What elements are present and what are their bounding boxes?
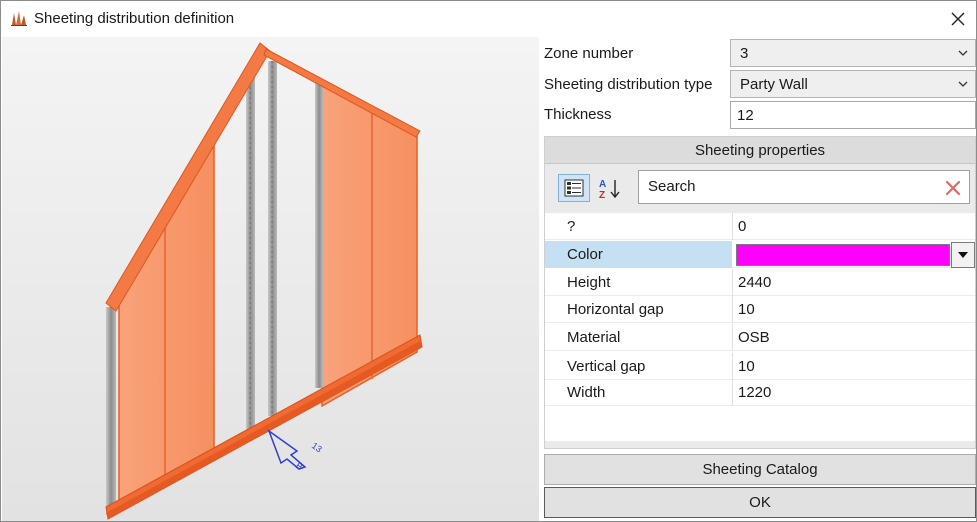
property-row-horizontal-gap[interactable]: Horizontal gap 10 [545, 296, 975, 323]
sheeting-catalog-button[interactable]: Sheeting Catalog [544, 454, 976, 485]
distribution-type-label: Sheeting distribution type [544, 76, 713, 93]
distribution-type-value: Party Wall [740, 76, 808, 93]
property-value: 0 [738, 218, 747, 235]
property-grid: ? 0 Color Height 2440 Horizontal gap 10 … [545, 213, 975, 441]
zone-number-label: Zone number [544, 45, 634, 62]
arrow-label-b: 13 [310, 440, 324, 454]
property-name: Width [567, 384, 606, 401]
chevron-down-icon [958, 50, 968, 56]
title-bar: Sheeting distribution definition [1, 1, 976, 36]
color-swatch[interactable] [736, 244, 950, 266]
sort-az-icon: A Z [599, 179, 620, 199]
distribution-arrow-icon: B 13 [267, 428, 324, 472]
categorized-view-button[interactable] [558, 174, 590, 202]
settings-panel: Zone number 3 Sheeting distribution type… [539, 37, 976, 521]
property-name: Material [567, 329, 621, 346]
property-value: 2440 [738, 274, 772, 291]
sheeting-properties-header: Sheeting properties [545, 137, 975, 164]
property-value: 1220 [738, 384, 772, 401]
property-row-color[interactable]: Color [545, 241, 975, 268]
arrow-label-a: B [294, 460, 305, 472]
stud-3 [315, 83, 323, 388]
window-title: Sheeting distribution definition [34, 10, 235, 27]
close-button[interactable] [941, 4, 975, 34]
app-icon [11, 11, 27, 26]
svg-text:A: A [599, 179, 606, 190]
search-text: Search [648, 178, 696, 195]
property-value: 10 [738, 358, 755, 375]
color-dropdown-button[interactable] [951, 242, 975, 268]
ok-button[interactable]: OK [544, 487, 976, 518]
property-name: Height [567, 274, 611, 291]
property-row-unknown[interactable]: ? 0 [545, 213, 975, 240]
property-search-input[interactable]: Search [638, 170, 970, 204]
stud-left-edge [106, 307, 116, 510]
thickness-input[interactable]: 12 [730, 101, 976, 129]
svg-text:Z: Z [599, 190, 605, 199]
property-row-height[interactable]: Height 2440 [545, 269, 975, 296]
sheeting-properties-panel: Sheeting properties A Z Search ? 0 Color… [544, 136, 976, 449]
property-row-width[interactable]: Width 1220 [545, 379, 975, 406]
property-name: Color [567, 246, 603, 263]
property-value: OSB [738, 329, 770, 346]
property-name: ? [567, 218, 576, 235]
property-name: Horizontal gap [567, 301, 664, 318]
distribution-type-select[interactable]: Party Wall [730, 70, 976, 98]
sheet-panel-left [118, 132, 215, 511]
property-row-material[interactable]: Material OSB [545, 324, 975, 351]
property-value: 10 [738, 301, 755, 318]
zone-number-value: 3 [740, 45, 749, 62]
caret-down-icon [958, 252, 968, 258]
categorized-list-icon [564, 179, 584, 197]
chevron-down-icon [958, 81, 968, 87]
clear-search-icon[interactable] [945, 180, 961, 196]
thickness-label: Thickness [544, 106, 612, 123]
wall-preview-graphic: B 13 [105, 42, 423, 520]
alphabetical-sort-button[interactable]: A Z [594, 174, 626, 202]
zone-number-select[interactable]: 3 [730, 39, 976, 67]
property-name: Vertical gap [567, 358, 646, 375]
close-icon [951, 12, 965, 26]
dialog-window: Sheeting distribution definition B 13 Zo… [0, 0, 977, 522]
property-row-vertical-gap[interactable]: Vertical gap 10 [545, 353, 975, 380]
wall-preview: B 13 [2, 37, 539, 521]
